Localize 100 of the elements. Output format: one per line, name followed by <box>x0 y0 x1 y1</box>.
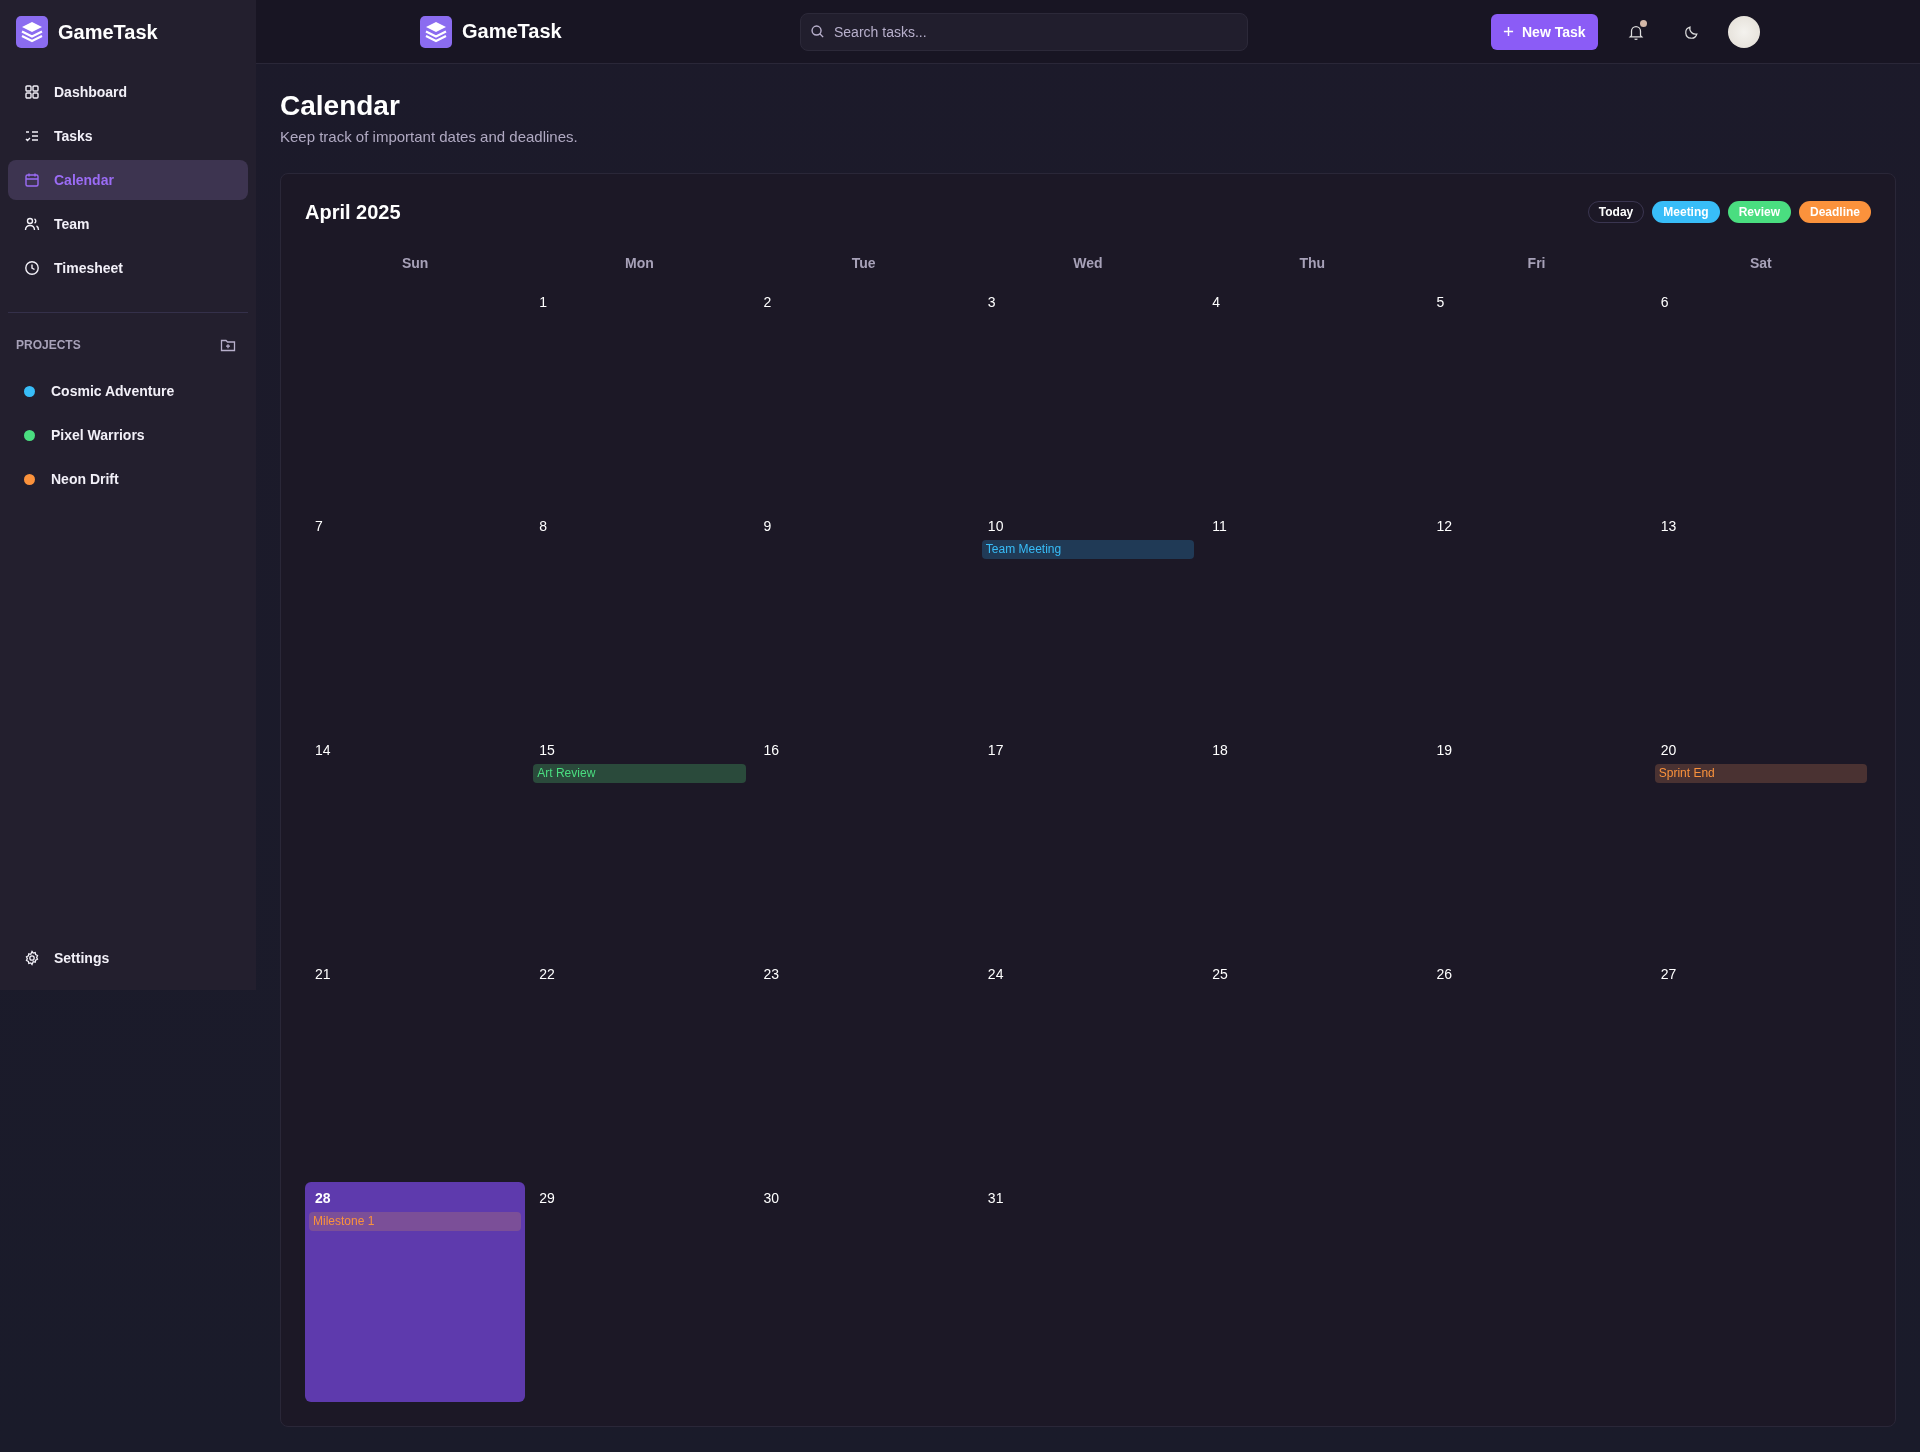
day-number: 7 <box>314 518 324 534</box>
layers-logo-icon <box>16 16 48 48</box>
day-number: 23 <box>762 966 781 982</box>
legend-chip: Deadline <box>1799 201 1871 223</box>
people-icon <box>24 216 40 232</box>
day-cell[interactable]: 22 <box>529 958 750 1178</box>
event-label[interactable]: Sprint End <box>1654 764 1867 783</box>
day-number: 8 <box>538 518 549 534</box>
day-number: 1 <box>538 294 549 310</box>
day-cell[interactable]: 21 <box>305 958 526 1178</box>
day-cell[interactable]: 24 <box>977 958 1199 1178</box>
day-cell[interactable]: 17 <box>977 734 1199 954</box>
day-cell[interactable]: 26 <box>1426 958 1647 1178</box>
brand-name: GameTask <box>462 20 562 43</box>
today-cell[interactable]: 28 Milestone 1 <box>305 1182 526 1402</box>
day-number: 22 <box>538 966 556 982</box>
weekday-label: Mon <box>624 255 655 271</box>
brand-name: GameTask <box>58 20 158 44</box>
day-number: 14 <box>314 742 332 758</box>
day-cell[interactable]: 20 Sprint End <box>1650 734 1871 954</box>
weekday-label: Wed <box>1072 255 1104 271</box>
day-number: 21 <box>314 966 332 982</box>
event-label[interactable]: Art Review <box>533 764 746 783</box>
day-number: 27 <box>1659 966 1678 982</box>
nav-item[interactable]: Team <box>8 204 248 244</box>
project-name: Neon Drift <box>51 471 119 487</box>
day-number: 28 <box>314 1190 332 1206</box>
day-number: 19 <box>1435 742 1453 758</box>
day-cell[interactable]: 31 <box>977 1182 1199 1402</box>
settings-link[interactable]: Settings <box>8 934 248 982</box>
project-item[interactable]: Neon Drift <box>0 457 256 501</box>
day-cell[interactable]: 12 <box>1426 510 1647 730</box>
clock-icon <box>24 260 40 276</box>
day-number: 24 <box>986 966 1005 982</box>
weekday-label: Tue <box>850 255 877 271</box>
plus-icon <box>1503 26 1514 37</box>
avatar[interactable] <box>1727 15 1760 48</box>
day-cell[interactable]: 1 <box>529 286 750 506</box>
settings-icon <box>24 950 40 966</box>
search-icon <box>810 23 825 39</box>
weekday-label: Sat <box>1748 255 1773 271</box>
day-cell[interactable]: 3 <box>977 286 1199 506</box>
day-number: 18 <box>1211 742 1229 758</box>
day-cell[interactable]: 5 <box>1426 286 1647 506</box>
day-cell[interactable]: 14 <box>305 734 526 954</box>
nav-item[interactable]: Dashboard <box>8 72 248 112</box>
project-item[interactable]: Cosmic Adventure <box>0 369 256 413</box>
page-title: Calendar <box>280 89 401 123</box>
day-number: 5 <box>1435 294 1446 310</box>
day-number: 17 <box>986 742 1005 758</box>
day-number: 11 <box>1211 518 1228 534</box>
day-number: 12 <box>1435 518 1453 534</box>
weekday-label: Sun <box>400 255 430 271</box>
nav-item[interactable]: Tasks <box>8 116 248 156</box>
project-name: Pixel Warriors <box>51 427 145 443</box>
day-number: 6 <box>1659 294 1670 310</box>
day-number: 25 <box>1211 966 1229 982</box>
day-number: 29 <box>538 1190 556 1206</box>
day-cell[interactable]: 23 <box>753 958 974 1178</box>
checklist-icon <box>24 128 40 144</box>
day-cell[interactable]: 10 Team Meeting <box>977 510 1199 730</box>
add-folder-icon[interactable] <box>220 337 236 353</box>
search-field[interactable]: Search tasks... <box>800 12 1248 51</box>
day-cell[interactable]: 8 <box>529 510 750 730</box>
day-cell[interactable]: 16 <box>753 734 974 954</box>
page-subtitle: Keep track of important dates and deadlines. <box>280 128 579 145</box>
legend-chip: Review <box>1727 201 1791 223</box>
day-cell[interactable]: 18 <box>1202 734 1423 954</box>
project-name: Cosmic Adventure <box>51 383 175 399</box>
weekday-label: Fri <box>1526 255 1547 271</box>
day-cell[interactable]: 25 <box>1202 958 1423 1178</box>
new-task-button[interactable]: New Task <box>1491 13 1598 50</box>
nav-item[interactable]: Timesheet <box>8 248 248 288</box>
day-number: 13 <box>1659 518 1678 534</box>
day-cell[interactable]: 11 <box>1202 510 1423 730</box>
day-cell[interactable]: 19 <box>1426 734 1647 954</box>
day-cell[interactable]: 13 <box>1650 510 1871 730</box>
day-cell[interactable]: 15 Art Review <box>529 734 750 954</box>
day-cell[interactable]: 29 <box>529 1182 750 1402</box>
legend-chip: Meeting <box>1652 201 1720 223</box>
weekday-label: Thu <box>1298 255 1327 271</box>
day-cell[interactable]: 4 <box>1202 286 1423 506</box>
section-heading: PROJECTS <box>16 338 81 352</box>
month-title: April 2025 <box>305 200 401 224</box>
day-number: 16 <box>762 742 781 758</box>
day-number: 10 <box>986 518 1005 534</box>
day-number: 31 <box>986 1190 1005 1206</box>
calendar-icon <box>24 172 40 188</box>
project-item[interactable]: Pixel Warriors <box>0 413 256 457</box>
day-number: 15 <box>538 742 556 758</box>
day-number: 9 <box>762 518 773 534</box>
event-label[interactable]: Team Meeting <box>981 540 1195 559</box>
day-cell[interactable]: 6 <box>1650 286 1871 506</box>
day-cell[interactable]: 2 <box>753 286 974 506</box>
layers-logo-icon <box>420 15 452 48</box>
day-cell[interactable]: 7 <box>305 510 526 730</box>
dashboard-icon <box>24 84 40 100</box>
day-cell[interactable]: 9 <box>753 510 974 730</box>
day-cell[interactable]: 27 <box>1650 958 1871 1178</box>
day-cell[interactable]: 30 <box>753 1182 974 1402</box>
